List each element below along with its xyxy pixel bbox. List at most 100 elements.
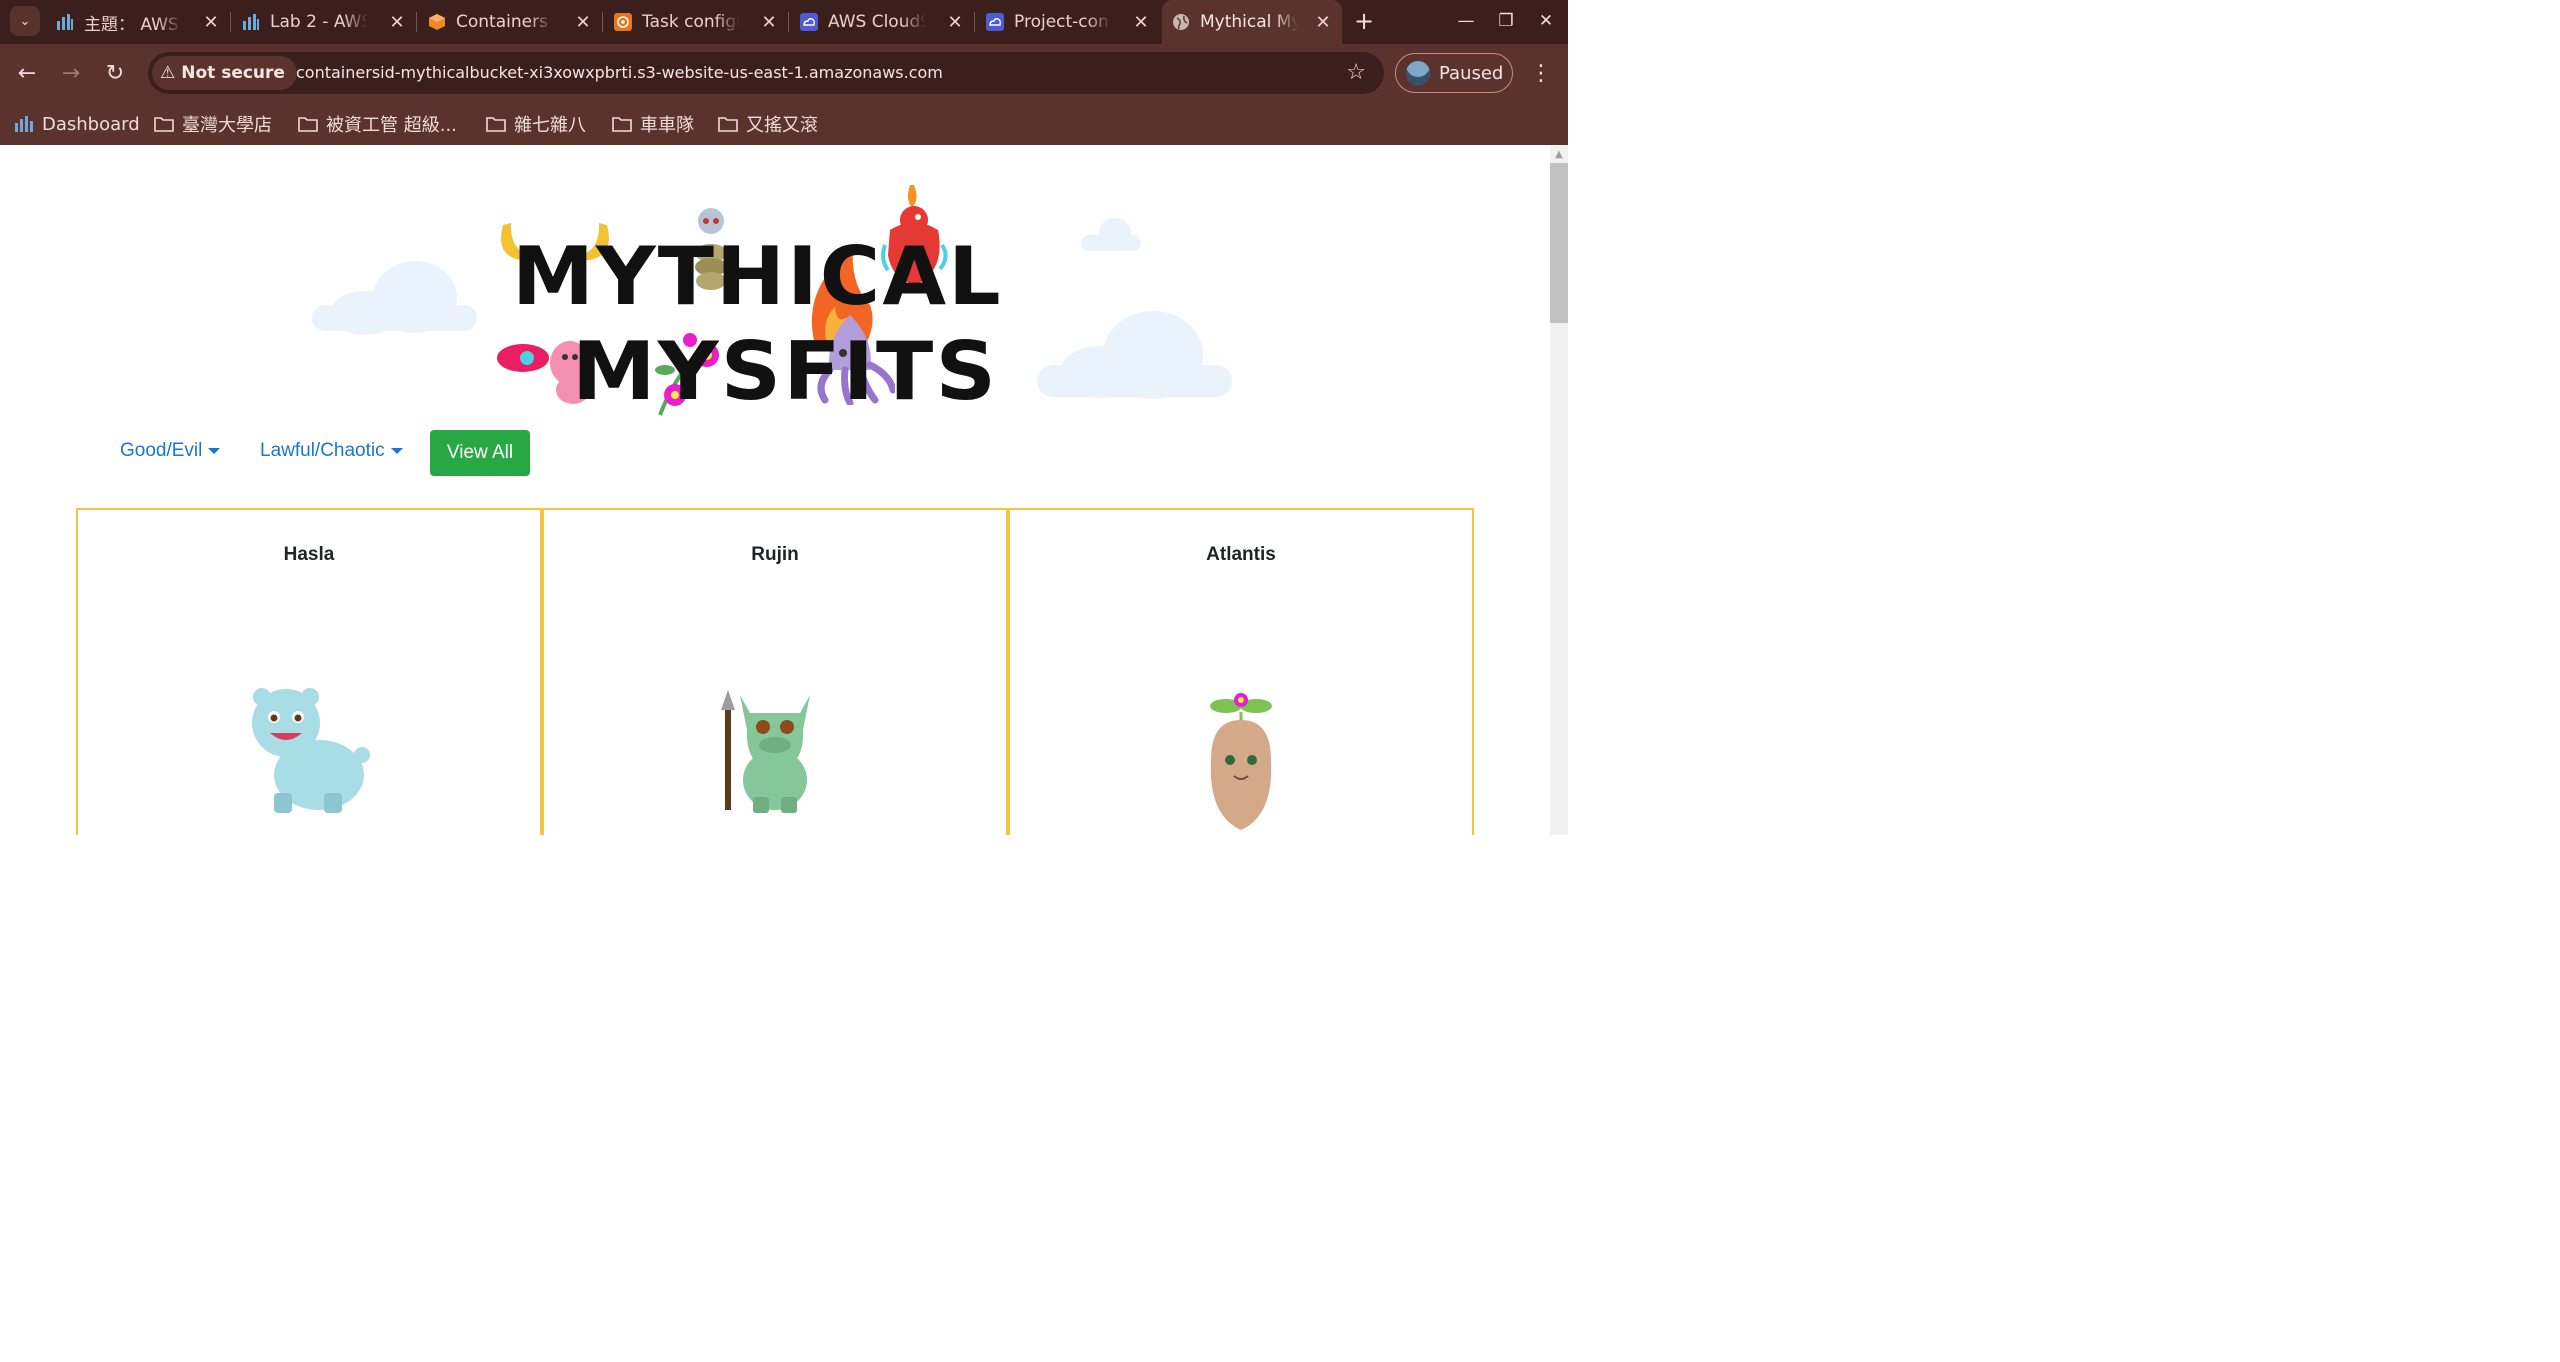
minimize-icon: — (1457, 11, 1475, 31)
arrow-right-icon: → (61, 60, 81, 86)
security-indicator[interactable]: ⚠ Not secure (152, 56, 297, 90)
restore-icon: ❐ (1498, 11, 1514, 31)
close-icon[interactable]: ✕ (944, 11, 966, 33)
troll-creature-icon (721, 690, 810, 813)
address-bar[interactable]: ⚠ Not secure containersid-mythicalbucket… (148, 52, 1384, 94)
good-evil-dropdown[interactable]: Good/Evil (120, 440, 221, 462)
logo-line-1: MYTHICAL (512, 230, 1003, 323)
tab-lab2-aws[interactable]: Lab 2 - AWS ✕ (232, 0, 417, 44)
bookmark-folder[interactable]: 車車隊 (612, 111, 694, 137)
mysfit-name: Hasla (283, 544, 335, 565)
cloud9-icon (986, 13, 1004, 31)
bookmark-folder[interactable]: 雜七雜八 (486, 111, 586, 137)
security-label: Not secure (181, 63, 285, 83)
page-viewport: MYTHICAL MYSFITS Good/Evil Lawful/Chaoti… (0, 145, 1550, 835)
scrollbar-thumb[interactable] (1550, 163, 1568, 323)
caret-down-icon (390, 448, 403, 454)
page-scrollbar[interactable]: ▲ (1550, 145, 1568, 835)
bookmark-label: 被資工管 超級... (326, 115, 457, 136)
bookmark-label: Dashboard (42, 113, 140, 135)
close-icon[interactable]: ✕ (1312, 11, 1334, 33)
dropdown-label: Lawful/Chaotic (260, 440, 385, 461)
globe-icon (1172, 13, 1190, 31)
mysfits-grid: Hasla Rujin Atlantis (76, 508, 1474, 835)
close-window-button[interactable]: ✕ (1530, 6, 1562, 36)
plus-icon: + (1353, 7, 1375, 35)
tab-separator (602, 12, 603, 32)
url-text[interactable]: containersid-mythicalbucket-xi3xowxpbrti… (296, 63, 943, 82)
close-icon: ✕ (1538, 11, 1554, 31)
tab-project-con[interactable]: Project-con ✕ (976, 0, 1160, 44)
bookmark-star-icon[interactable]: ☆ (1346, 60, 1366, 85)
warning-icon: ⚠ (160, 63, 176, 83)
bookmark-folder[interactable]: 又搖又滾 (718, 111, 818, 137)
chart-icon (242, 13, 260, 31)
browser-menu-button[interactable]: ⋮ (1528, 58, 1554, 88)
tab-title: Containers | (456, 12, 554, 32)
tab-title: AWS Cloud9 (828, 12, 926, 32)
bookmark-label: 又搖又滾 (746, 115, 818, 136)
chevron-down-icon: ⌄ (19, 13, 31, 29)
logo-line-2: MYSFITS (572, 325, 999, 418)
cloud-decoration (312, 261, 477, 335)
task-icon (614, 13, 632, 31)
mythical-mysfits-logo: MYTHICAL MYSFITS (480, 180, 1070, 420)
new-tab-button[interactable]: + (1350, 7, 1378, 35)
tab-separator (974, 12, 975, 32)
close-icon[interactable]: ✕ (758, 11, 780, 33)
bookmark-label: 雜七雜八 (514, 115, 586, 136)
cloud-decoration (1081, 218, 1141, 251)
cube-icon (428, 13, 446, 31)
mysfit-card[interactable]: Hasla (76, 508, 542, 835)
chart-icon (14, 115, 34, 133)
reload-icon: ↻ (105, 60, 125, 86)
browser-toolbar: ← → ↻ ⚠ Not secure containersid-mythical… (0, 44, 1568, 102)
tab-separator (788, 12, 789, 32)
tab-title: 主題： AWS (84, 14, 179, 35)
mysfit-card[interactable]: Rujin (542, 508, 1008, 835)
bookmark-label: 臺灣大學店 (182, 115, 272, 136)
view-all-button[interactable]: View All (430, 430, 530, 476)
profile-button[interactable]: Paused (1395, 53, 1513, 93)
reload-button[interactable]: ↻ (100, 58, 130, 88)
caret-down-icon (208, 448, 221, 454)
forward-button[interactable]: → (56, 58, 86, 88)
folder-icon (612, 116, 632, 132)
tab-aws-cloud9[interactable]: AWS Cloud9 ✕ (790, 0, 975, 44)
tab-aws-topic[interactable]: 主題： AWS ✕ (46, 0, 231, 44)
folder-icon (486, 116, 506, 132)
tab-title: Project-con (1014, 12, 1109, 32)
close-icon[interactable]: ✕ (386, 11, 408, 33)
more-vertical-icon: ⋮ (1530, 60, 1552, 86)
close-icon[interactable]: ✕ (200, 11, 222, 33)
folder-icon (718, 116, 738, 132)
lawful-chaotic-dropdown[interactable]: Lawful/Chaotic (260, 440, 403, 462)
minimize-button[interactable]: — (1450, 6, 1482, 36)
tab-title: Task configu (642, 12, 740, 32)
tab-title: Lab 2 - AWS (270, 12, 368, 32)
folder-icon (154, 116, 174, 132)
chart-icon (56, 13, 74, 31)
tab-mythical-mysfits[interactable]: Mythical My ✕ (1162, 0, 1342, 44)
mysfit-card[interactable]: Atlantis (1008, 508, 1474, 835)
tab-task-config[interactable]: Task configu ✕ (604, 0, 789, 44)
close-icon[interactable]: ✕ (572, 11, 594, 33)
bookmark-dashboard[interactable]: Dashboard (14, 111, 140, 137)
scroll-up-icon[interactable]: ▲ (1550, 149, 1568, 161)
tab-search-button[interactable]: ⌄ (10, 6, 40, 36)
mysfit-name: Rujin (751, 544, 799, 565)
folder-icon (298, 116, 318, 132)
bookmark-folder[interactable]: 臺灣大學店 (154, 111, 272, 137)
close-icon[interactable]: ✕ (1130, 11, 1152, 33)
yeti-creature-icon (252, 688, 370, 813)
avatar (1406, 61, 1430, 85)
tab-separator (416, 12, 417, 32)
arrow-left-icon: ← (17, 60, 37, 86)
tab-containers[interactable]: Containers | ✕ (418, 0, 603, 44)
tab-title: Mythical My (1200, 12, 1298, 32)
restore-button[interactable]: ❐ (1490, 6, 1522, 36)
bookmarks-bar: Dashboard 臺灣大學店 被資工管 超級... 雜七雜八 車車隊 又搖又滾 (0, 102, 1568, 145)
back-button[interactable]: ← (12, 58, 42, 88)
bookmark-folder[interactable]: 被資工管 超級... (298, 111, 457, 137)
cloud9-icon (800, 13, 818, 31)
